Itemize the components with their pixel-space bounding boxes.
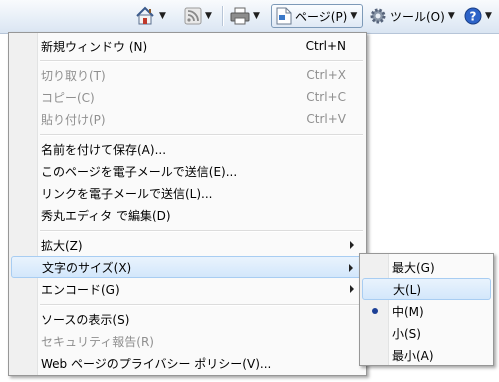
submenu-item-larger[interactable]: 大(L) xyxy=(362,278,491,300)
print-dropdown-icon[interactable]: ▼ xyxy=(253,11,260,21)
menu-item-new-window[interactable]: 新規ウィンドウ (N) Ctrl+N xyxy=(11,35,364,57)
menu-item-label: 名前を付けて保存(A)... xyxy=(41,142,167,157)
menu-item-security-report: セキュリティ報告(R) xyxy=(11,330,364,352)
menu-item-privacy-policy[interactable]: Web ページのプライバシー ポリシー(V)... xyxy=(11,352,364,374)
gear-icon xyxy=(369,7,387,25)
menu-separator xyxy=(40,134,363,136)
menu-item-shortcut: Ctrl+N xyxy=(305,39,346,53)
menu-item-label: 小(S) xyxy=(392,326,421,341)
submenu-arrow-icon xyxy=(350,241,354,249)
menu-item-label: 貼り付け(P) xyxy=(41,112,106,127)
help-dropdown-icon: ▼ xyxy=(485,11,492,21)
feeds-icon xyxy=(184,7,202,25)
toolbar-separator xyxy=(222,6,224,26)
menu-item-label: 中(M) xyxy=(392,304,424,319)
menu-item-shortcut: Ctrl+V xyxy=(306,112,346,126)
menu-item-zoom[interactable]: 拡大(Z) xyxy=(11,234,364,256)
menu-item-copy: コピー(C) Ctrl+C xyxy=(11,86,364,108)
help-icon: ? xyxy=(464,7,482,25)
menu-item-label: 文字のサイズ(X) xyxy=(42,260,132,275)
menu-item-label: エンコード(G) xyxy=(41,282,120,297)
menu-item-label: 大(L) xyxy=(393,282,422,297)
submenu-item-largest[interactable]: 最大(G) xyxy=(362,256,491,278)
menu-item-label: 秀丸エディタ で編集(D) xyxy=(41,208,171,223)
home-dropdown-icon[interactable]: ▼ xyxy=(159,11,166,21)
svg-text:?: ? xyxy=(470,10,477,24)
menu-item-encoding[interactable]: エンコード(G) xyxy=(11,278,364,300)
menu-separator xyxy=(40,230,363,232)
feeds-dropdown-icon[interactable]: ▼ xyxy=(205,11,212,21)
tools-dropdown-icon: ▼ xyxy=(447,11,455,21)
submenu-arrow-icon xyxy=(350,285,354,293)
menu-item-shortcut: Ctrl+C xyxy=(306,90,346,104)
submenu-item-smallest[interactable]: 最小(A) xyxy=(362,344,491,366)
home-button[interactable]: ▼ xyxy=(134,4,166,28)
menu-item-cut: 切り取り(T) Ctrl+X xyxy=(11,64,364,86)
menu-item-label: コピー(C) xyxy=(41,90,95,105)
menu-item-edit-hidemaru[interactable]: 秀丸エディタ で編集(D) xyxy=(11,204,364,226)
text-size-submenu: 最大(G) 大(L) 中(M) 小(S) 最小(A) xyxy=(359,253,494,366)
menu-item-shortcut: Ctrl+X xyxy=(306,68,346,82)
menu-item-save-as[interactable]: 名前を付けて保存(A)... xyxy=(11,138,364,160)
page-menu-button[interactable]: ページ(P) ▼ xyxy=(271,4,363,28)
tools-menu-label: ツール(O) xyxy=(390,9,445,24)
menu-item-text-size[interactable]: 文字のサイズ(X) xyxy=(11,256,364,278)
menu-item-label: 拡大(Z) xyxy=(41,238,83,253)
menu-item-label: セキュリティ報告(R) xyxy=(41,334,154,349)
menu-item-label: ソースの表示(S) xyxy=(41,312,130,327)
submenu-arrow-icon xyxy=(349,264,353,272)
menu-item-label: 切り取り(T) xyxy=(41,68,106,83)
menu-item-label: リンクを電子メールで送信(L)... xyxy=(41,186,213,201)
menu-item-paste: 貼り付け(P) Ctrl+V xyxy=(11,108,364,130)
submenu-item-smaller[interactable]: 小(S) xyxy=(362,322,491,344)
feeds-button[interactable]: ▼ xyxy=(184,4,212,28)
menu-item-send-link-email[interactable]: リンクを電子メールで送信(L)... xyxy=(11,182,364,204)
page-dropdown-icon: ▼ xyxy=(350,11,358,21)
page-menu: 新規ウィンドウ (N) Ctrl+N 切り取り(T) Ctrl+X コピー(C)… xyxy=(8,32,367,376)
menu-item-send-page-email[interactable]: このページを電子メールで送信(E)... xyxy=(11,160,364,182)
menu-separator xyxy=(40,60,363,62)
page-icon xyxy=(276,7,292,25)
menu-item-view-source[interactable]: ソースの表示(S) xyxy=(11,308,364,330)
menu-item-label: 最小(A) xyxy=(392,348,434,363)
tools-menu-button[interactable]: ツール(O) ▼ xyxy=(367,4,461,28)
home-icon xyxy=(134,6,156,26)
command-bar: ▼ ▼ ▼ ページ(P) ▼ ツール(O) ▼ ? ▼ xyxy=(0,0,499,34)
page-menu-label: ページ(P) xyxy=(295,9,348,24)
help-button[interactable]: ? ▼ xyxy=(464,4,498,28)
menu-separator xyxy=(40,304,363,306)
print-button[interactable]: ▼ xyxy=(230,4,260,28)
menu-item-label: 最大(G) xyxy=(392,260,435,275)
menu-item-label: Web ページのプライバシー ポリシー(V)... xyxy=(41,356,272,371)
printer-icon xyxy=(230,7,250,25)
menu-item-label: 新規ウィンドウ (N) xyxy=(41,39,148,54)
submenu-item-medium[interactable]: 中(M) xyxy=(362,300,491,322)
radio-selected-icon xyxy=(372,308,378,314)
menu-item-label: このページを電子メールで送信(E)... xyxy=(41,164,238,179)
